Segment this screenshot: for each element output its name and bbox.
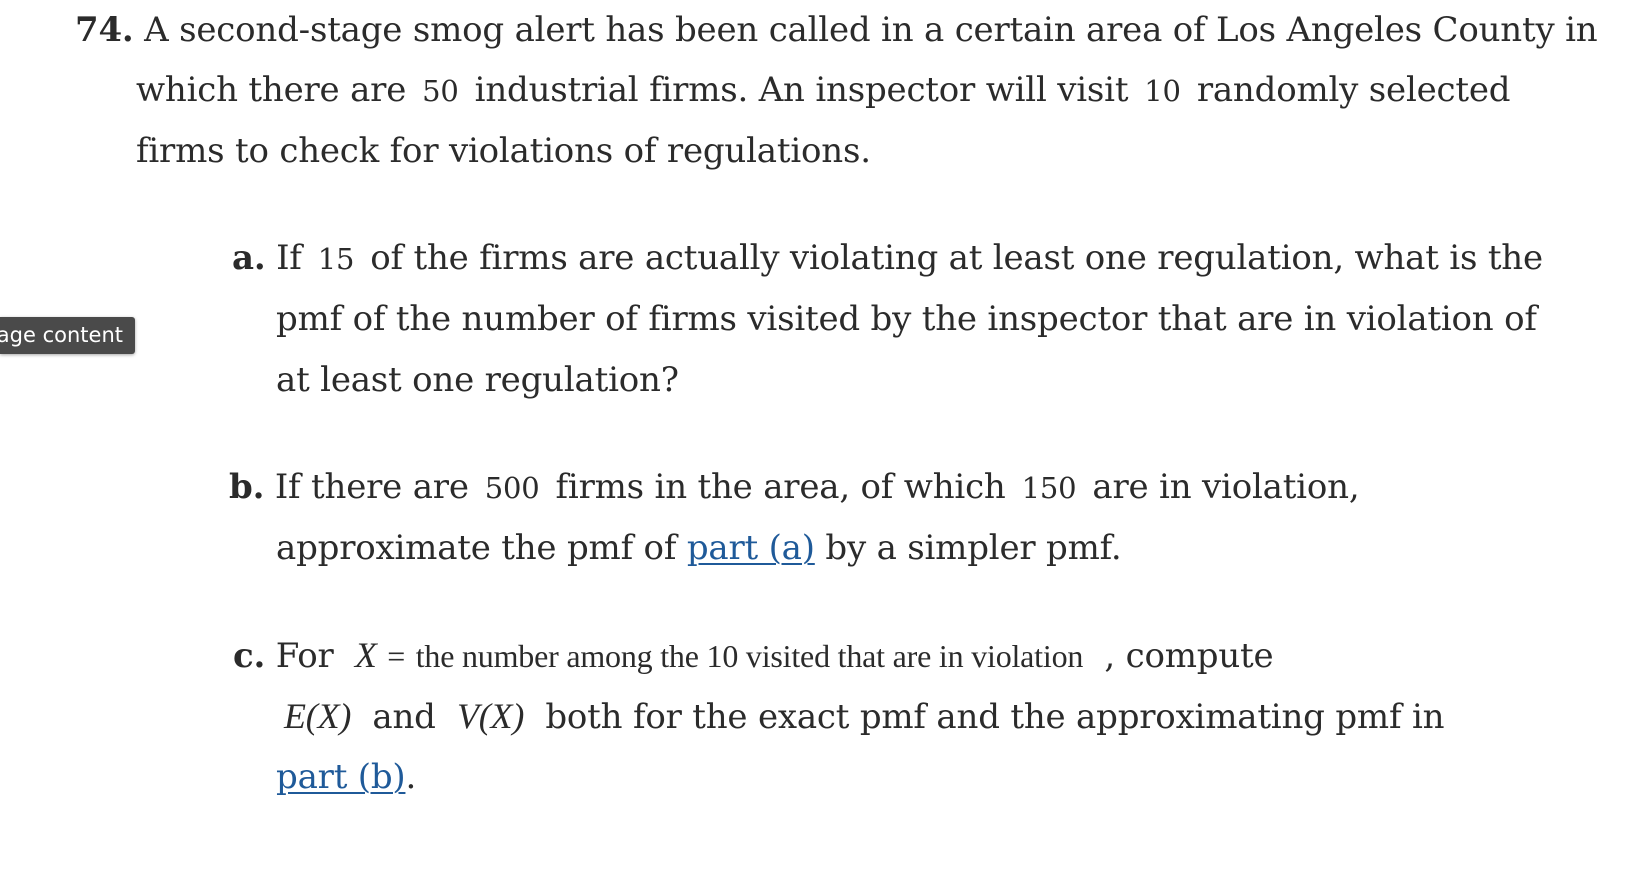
equals-sign: = xyxy=(387,638,406,674)
part-b-line-2: approximate the pmf of part (a) by a sim… xyxy=(276,526,1122,570)
part-c-line-2: E(X) and V(X) both for the exact pmf and… xyxy=(284,694,1445,739)
part-b-text-1b: firms in the area, of which xyxy=(555,467,1006,507)
intro-line-2: which there are 50 industrial firms. An in… xyxy=(136,68,1511,113)
intro-text-1: A second-stage smog alert has been calle… xyxy=(144,10,1598,50)
part-b-text-2a: approximate the pmf of xyxy=(276,528,677,568)
part-c-line-3: part (b). xyxy=(276,755,416,799)
page-content-tab-label: age content xyxy=(0,323,123,347)
part-a-violating-value: 15 xyxy=(317,242,355,276)
part-b-label: b. xyxy=(229,467,265,507)
part-b-text-1c: are in violation, xyxy=(1092,467,1360,507)
intro-text-2c: randomly selected xyxy=(1196,70,1511,110)
and-text: and xyxy=(372,697,436,737)
part-a-line-3: at least one regulation? xyxy=(276,358,679,402)
part-b-link[interactable]: part (b) xyxy=(276,757,406,797)
part-a-label: a. xyxy=(232,238,266,278)
part-b-text-2b: by a simpler pmf. xyxy=(825,528,1122,568)
part-c-text-2: both for the exact pmf and the approxima… xyxy=(545,697,1445,737)
part-a-line-2: pmf of the number of firms visited by th… xyxy=(276,297,1537,341)
intro-line-1: 74. A second-stage smog alert has been c… xyxy=(75,8,1598,52)
part-a-text-1a: If xyxy=(276,238,302,278)
part-c-line-1: c. For X = the number among the 10 visit… xyxy=(233,633,1274,678)
expectation-expr: E(X) xyxy=(284,696,352,736)
intro-text-2a: which there are xyxy=(136,70,407,110)
part-c-period: . xyxy=(405,757,417,797)
variable-x: X xyxy=(354,635,377,675)
part-c-text-1a: For xyxy=(275,636,334,676)
part-b-violating-value: 150 xyxy=(1021,471,1077,505)
intro-text-2b: industrial firms. An inspector will visi… xyxy=(474,70,1129,110)
part-b-firms-value: 500 xyxy=(484,471,540,505)
intro-line-3: firms to check for violations of regulat… xyxy=(136,129,871,173)
part-a-link[interactable]: part (a) xyxy=(687,528,815,568)
part-c-label: c. xyxy=(233,636,266,676)
variance-expr: V(X) xyxy=(456,696,525,736)
part-b-text-1a: If there are xyxy=(274,467,469,507)
visit-count-value: 10 xyxy=(1144,74,1181,108)
problem-number: 74. xyxy=(75,10,134,50)
part-b-line-1: b. If there are 500 firms in the area, of … xyxy=(229,465,1360,510)
firms-total-value: 50 xyxy=(422,74,459,108)
part-c-text-1b: , compute xyxy=(1104,636,1274,676)
page-content-tab[interactable]: age content xyxy=(0,317,135,354)
part-a-text-1b: of the firms are actually violating at l… xyxy=(370,238,1543,278)
part-a-line-1: a. If 15 of the firms are actually violati… xyxy=(232,236,1543,281)
part-a-text-3: at least one regulation? xyxy=(276,360,679,400)
part-a-text-2: pmf of the number of firms visited by th… xyxy=(276,299,1537,339)
x-definition: the number among the 10 visited that are… xyxy=(415,638,1084,674)
intro-text-3: firms to check for violations of regulat… xyxy=(136,131,871,171)
